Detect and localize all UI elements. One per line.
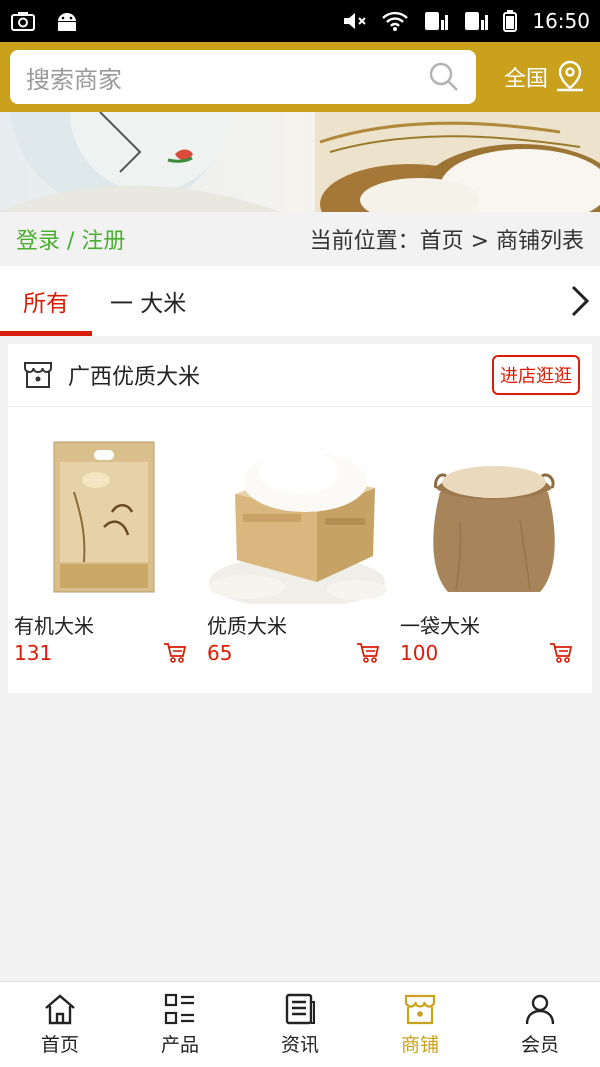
user-icon: [525, 994, 555, 1025]
nav-label: 首页: [40, 1034, 79, 1056]
shop-header: 广西优质大米 进店逛逛: [8, 344, 592, 407]
product-card[interactable]: 一袋大米 100: [394, 432, 587, 665]
cart-icon[interactable]: [356, 642, 380, 664]
cart-icon[interactable]: [163, 642, 187, 664]
wifi-icon: [382, 11, 409, 31]
product-name: 有机大米: [14, 614, 94, 638]
tab-all[interactable]: 所有: [0, 266, 92, 336]
product-card[interactable]: 优质大米 65: [201, 432, 394, 665]
sim-signal-icon: [425, 12, 449, 30]
clock: 16:50: [532, 9, 590, 33]
product-image[interactable]: [14, 432, 194, 604]
product-list: 有机大米 131 优质大米 65 一袋大米 100: [8, 407, 592, 665]
product-price: 65: [207, 641, 233, 665]
region-selector[interactable]: 全国: [504, 60, 586, 94]
promo-banner[interactable]: [0, 112, 600, 212]
nav-shops[interactable]: 商铺: [360, 982, 480, 1067]
mute-icon: [344, 13, 367, 29]
nav-label: 产品: [160, 1034, 199, 1056]
product-image[interactable]: [207, 432, 387, 604]
nav-news[interactable]: 资讯: [240, 982, 360, 1067]
nav-label: 会员: [520, 1034, 559, 1056]
breadcrumb-bar: 登录 / 注册 当前位置：首页 > 商铺列表: [0, 212, 600, 266]
rice-box-image: [207, 432, 387, 604]
nav-home[interactable]: 首页: [0, 982, 120, 1067]
product-price: 100: [400, 641, 439, 665]
nav-label: 资讯: [280, 1034, 319, 1056]
visit-shop-button[interactable]: 进店逛逛: [492, 355, 580, 395]
android-icon: [58, 13, 76, 31]
rice-bag-image: [14, 432, 194, 604]
store-icon: [404, 994, 436, 1025]
battery-icon: [503, 10, 518, 32]
status-bar: 16:50: [0, 0, 600, 42]
product-card[interactable]: 有机大米 131: [8, 432, 201, 665]
nav-label: 商铺: [400, 1034, 439, 1056]
nav-member[interactable]: 会员: [480, 982, 600, 1067]
search-input[interactable]: 搜索商家: [10, 50, 476, 104]
sim-signal-icon: [465, 12, 489, 30]
app-header: 搜索商家 全国: [0, 42, 600, 112]
store-icon: [24, 362, 52, 388]
banner-artwork: [0, 112, 600, 212]
grid-list-icon: [164, 993, 194, 1025]
chevron-right-icon: [571, 285, 590, 317]
home-icon: [45, 994, 75, 1025]
login-register-link[interactable]: 登录 / 注册: [16, 223, 125, 255]
news-icon: [285, 993, 315, 1025]
shop-name: 广西优质大米: [68, 365, 201, 390]
product-price: 131: [14, 641, 53, 665]
search-icon[interactable]: [428, 61, 460, 93]
nav-products[interactable]: 产品: [120, 982, 240, 1067]
region-label: 全国: [503, 67, 548, 92]
product-name: 优质大米: [207, 614, 287, 638]
screenshot-icon: [11, 12, 35, 31]
bottom-nav: 首页 产品 资讯 商铺 会员: [0, 981, 600, 1067]
category-tabs: 所有 一 大米: [0, 266, 600, 336]
breadcrumb: 当前位置：首页 > 商铺列表: [309, 229, 584, 254]
location-pin-icon: [557, 60, 583, 92]
tabs-more-button[interactable]: [560, 266, 600, 336]
product-name: 一袋大米: [400, 614, 480, 638]
cart-icon[interactable]: [549, 642, 573, 664]
product-image[interactable]: [400, 432, 580, 604]
search-placeholder: 搜索商家: [26, 65, 122, 94]
sack-of-rice-image: [400, 432, 580, 604]
shop-card: 广西优质大米 进店逛逛 有机大米 131 优质大米 65 一袋大米 100: [8, 344, 592, 693]
tab-rice[interactable]: 一 大米: [110, 266, 186, 336]
